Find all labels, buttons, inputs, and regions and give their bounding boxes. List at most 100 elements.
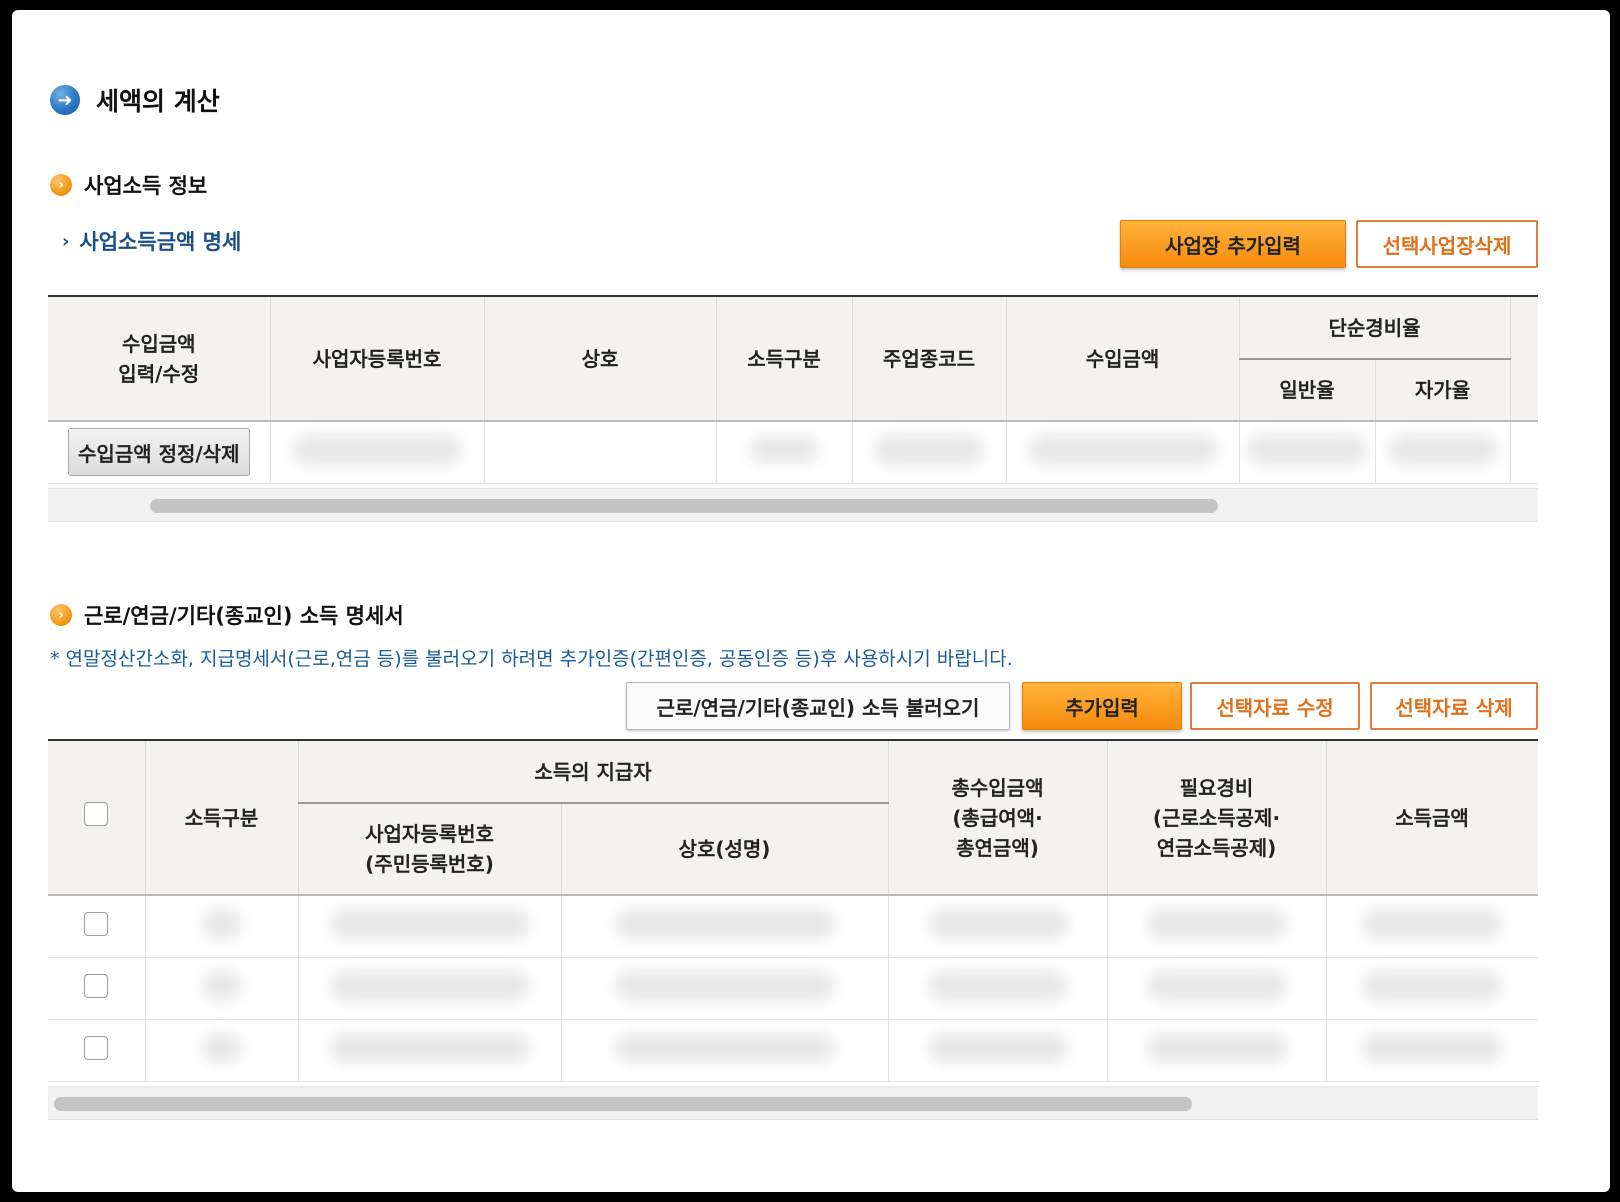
col-income-type: 소득구분 (145, 741, 299, 896)
col-expense-line2: (근로소득공제· (1152, 805, 1281, 830)
add-income-button[interactable]: 추가입력 (1022, 682, 1182, 730)
empty-cell (1510, 421, 1538, 484)
delete-selected-button[interactable]: 선택자료 삭제 (1370, 682, 1538, 730)
redacted-cell (716, 421, 853, 484)
redacted-value (749, 436, 819, 463)
redacted-cell (561, 1019, 889, 1082)
redacted-cell (888, 957, 1108, 1020)
redacted-cell (852, 421, 1007, 484)
redacted-value (292, 434, 462, 465)
col-company: 상호 (484, 297, 717, 422)
col-income-edit: 수입금액 입력/수정 (48, 297, 271, 422)
redacted-cell (298, 1019, 562, 1082)
revenue-correct-delete-button[interactable]: 수입금액 정정/삭제 (67, 428, 250, 477)
redacted-cell (1107, 957, 1327, 1020)
col-reg-no-line2: (주민등록번호) (365, 852, 494, 876)
table-row: 수입금액 정정/삭제 (48, 421, 1538, 484)
redacted-value (329, 1032, 530, 1063)
redacted-value (614, 908, 835, 939)
add-business-button[interactable]: 사업장 추가입력 (1120, 220, 1346, 268)
other-income-table: 소득구분 소득의 지급자 총수입금액 (총급여액· 총연금액) 필요경비 (근로… (48, 739, 1538, 1086)
redacted-value (927, 970, 1068, 1001)
row-checkbox[interactable] (84, 1035, 109, 1060)
redacted-cell (888, 895, 1108, 958)
business-table-scrollbar[interactable] (48, 488, 1538, 522)
col-reg-no-line1: 사업자등록번호 (365, 822, 494, 846)
col-payer: 소득의 지급자 (298, 741, 889, 804)
col-name: 상호(성명) (561, 803, 889, 896)
business-income-table: 수입금액 입력/수정 사업자등록번호 상호 소득구분 주업종코드 수입금액 단순… (48, 295, 1538, 487)
business-section-label: 사업소득 정보 (84, 174, 208, 198)
col-total-line1: 총수입금액 (951, 775, 1044, 800)
row-edit-cell: 수입금액 정정/삭제 (48, 421, 271, 484)
col-income-type: 소득구분 (716, 297, 853, 422)
col-expense-line1: 필요경비 (1179, 775, 1254, 800)
col-own-rate: 자가율 (1375, 359, 1511, 422)
redacted-cell (298, 957, 562, 1020)
select-all-checkbox[interactable] (84, 801, 109, 826)
redacted-cell (1326, 895, 1538, 958)
redacted-cell (298, 895, 562, 958)
redacted-cell (561, 957, 889, 1020)
scrollbar-thumb[interactable] (54, 1097, 1192, 1111)
redacted-value (201, 970, 242, 1001)
edit-selected-button[interactable]: 선택자료 수정 (1190, 682, 1360, 730)
redacted-value (1247, 434, 1367, 465)
col-industry-code: 주업종코드 (852, 297, 1007, 422)
col-expense-line3: 연금소득공제) (1156, 835, 1277, 860)
col-total-line2: (총급여액· (952, 805, 1043, 830)
redacted-value (614, 1032, 835, 1063)
redacted-cell (1326, 957, 1538, 1020)
redacted-cell (1326, 1019, 1538, 1082)
redacted-value (1146, 1032, 1287, 1063)
col-simple-rate: 단순경비율 (1239, 297, 1511, 360)
scrollbar-thumb[interactable] (150, 499, 1218, 513)
page-title: 세액의 계산 (96, 87, 220, 116)
redacted-value (329, 908, 530, 939)
chevron-circle-icon: › (50, 604, 72, 626)
chevron-right-icon: › (62, 230, 70, 252)
redacted-cell (145, 957, 299, 1020)
table-row (48, 895, 1538, 958)
auth-notice: * 연말정산간소화, 지급명세서(근로,연금 등)를 불러오기 하려면 추가인증… (50, 648, 1013, 670)
col-income-edit-line2: 입력/수정 (118, 361, 200, 386)
redacted-value (1362, 1032, 1502, 1063)
col-total-income: 총수입금액 (총급여액· 총연금액) (888, 741, 1108, 896)
other-income-section-label: 근로/연금/기타(종교인) 소득 명세서 (84, 604, 404, 628)
redacted-value (201, 908, 242, 939)
redacted-value (1387, 434, 1498, 465)
table-row (48, 957, 1538, 1020)
table-row (48, 1019, 1538, 1082)
row-checkbox-cell (48, 957, 146, 1020)
business-subtitle: › 사업소득금액 명세 (62, 226, 241, 256)
redacted-value (1027, 434, 1218, 465)
business-subtitle-label: 사업소득금액 명세 (79, 230, 242, 254)
redacted-value (1362, 908, 1502, 939)
redacted-value (1146, 970, 1287, 1001)
chevron-circle-icon: › (50, 174, 72, 196)
row-checkbox[interactable] (84, 911, 109, 936)
row-checkbox-cell (48, 1019, 146, 1082)
other-income-table-scrollbar[interactable] (48, 1086, 1538, 1120)
redacted-value (614, 970, 835, 1001)
col-general-rate: 일반율 (1239, 359, 1376, 422)
redacted-value (201, 1032, 242, 1063)
redacted-cell (270, 421, 485, 484)
business-section-title: › 사업소득 정보 (50, 170, 207, 200)
redacted-cell (145, 895, 299, 958)
redacted-cell (1375, 421, 1511, 484)
redacted-value (329, 970, 530, 1001)
redacted-value (874, 434, 984, 465)
load-income-button[interactable]: 근로/연금/기타(종교인) 소득 불러오기 (626, 682, 1010, 730)
col-reg-no: 사업자등록번호 (주민등록번호) (298, 803, 562, 896)
col-extra (1510, 297, 1538, 422)
col-reg-no: 사업자등록번호 (270, 297, 485, 422)
redacted-value (1362, 970, 1502, 1001)
col-revenue: 수입금액 (1006, 297, 1240, 422)
redacted-value (927, 908, 1068, 939)
delete-selected-business-button[interactable]: 선택사업장삭제 (1356, 220, 1538, 268)
row-checkbox[interactable] (84, 973, 109, 998)
redacted-cell (1006, 421, 1240, 484)
redacted-cell (1107, 895, 1327, 958)
col-expenses: 필요경비 (근로소득공제· 연금소득공제) (1107, 741, 1327, 896)
